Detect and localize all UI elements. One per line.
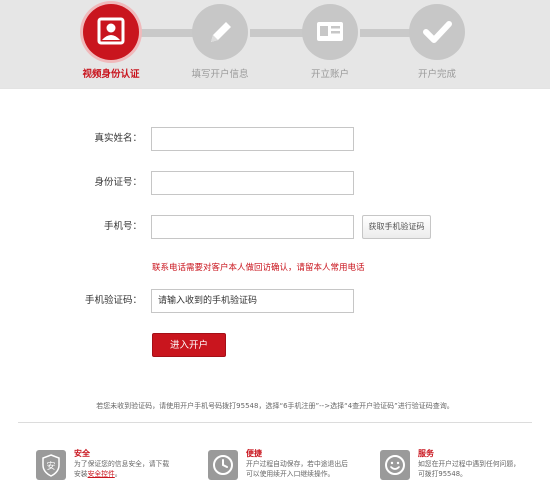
help-text: 若您未收到验证码，请使用开户手机号码拨打95548，选择“6手机注册”-->选择… bbox=[96, 402, 454, 410]
portrait-icon bbox=[97, 17, 125, 45]
enter-account-button[interactable]: 进入开户 bbox=[152, 333, 226, 357]
phone-row: 手机号： 获取手机验证码 bbox=[0, 215, 550, 239]
step-label: 开立账户 bbox=[310, 69, 349, 80]
security-control-link[interactable]: 安全控件 bbox=[88, 470, 115, 478]
svg-text:安: 安 bbox=[46, 460, 55, 472]
id-number-label: 身份证号： bbox=[94, 177, 142, 188]
checkmark-icon bbox=[423, 21, 452, 43]
pencil-icon bbox=[211, 22, 231, 42]
feature-title: 便捷 bbox=[246, 449, 262, 458]
phone-label: 手机号： bbox=[103, 221, 142, 232]
name-input[interactable] bbox=[151, 127, 354, 151]
code-label: 手机验证码： bbox=[84, 295, 142, 306]
name-row: 真实姓名： bbox=[0, 127, 550, 151]
feature-description: 开户过程自动保存，若中途退出后 可以使用续开入口继续操作。 bbox=[246, 460, 348, 478]
code-row: 手机验证码： bbox=[0, 289, 550, 313]
get-code-button[interactable]: 获取手机验证码 bbox=[362, 215, 431, 239]
step-complete: 开户完成 bbox=[382, 4, 492, 80]
name-label: 真实姓名： bbox=[94, 133, 142, 144]
step-video-verification: 视频身份认证 bbox=[56, 4, 166, 80]
clock-icon bbox=[208, 450, 238, 480]
phone-warning: 联系电话需要对客户本人做回访确认，请留本人常用电话 bbox=[152, 263, 365, 273]
step-label: 开户完成 bbox=[417, 69, 456, 80]
phone-input[interactable] bbox=[151, 215, 354, 239]
code-input[interactable] bbox=[151, 289, 354, 313]
smiley-icon bbox=[380, 450, 410, 480]
id-card-icon bbox=[317, 22, 343, 41]
divider bbox=[18, 422, 532, 423]
step-label: 视频身份认证 bbox=[82, 69, 140, 80]
feature-title: 服务 bbox=[418, 449, 434, 458]
feature-description: 为了保证您的信息安全，请下载 安装安全控件。 bbox=[74, 460, 170, 478]
progress-steps: 视频身份认证 填写开户信息 开立账户 开户完成 bbox=[0, 0, 550, 88]
step-label: 填写开户信息 bbox=[191, 69, 249, 80]
step-fill-info: 填写开户信息 bbox=[165, 4, 275, 80]
shield-icon: 安 bbox=[36, 450, 66, 480]
step-open-account: 开立账户 bbox=[275, 4, 385, 80]
feature-description: 如您在开户过程中遇到任何问题， 可拨打95548。 bbox=[418, 460, 520, 478]
id-number-input[interactable] bbox=[151, 171, 354, 195]
feature-title: 安全 bbox=[74, 449, 90, 458]
id-row: 身份证号： bbox=[0, 171, 550, 195]
